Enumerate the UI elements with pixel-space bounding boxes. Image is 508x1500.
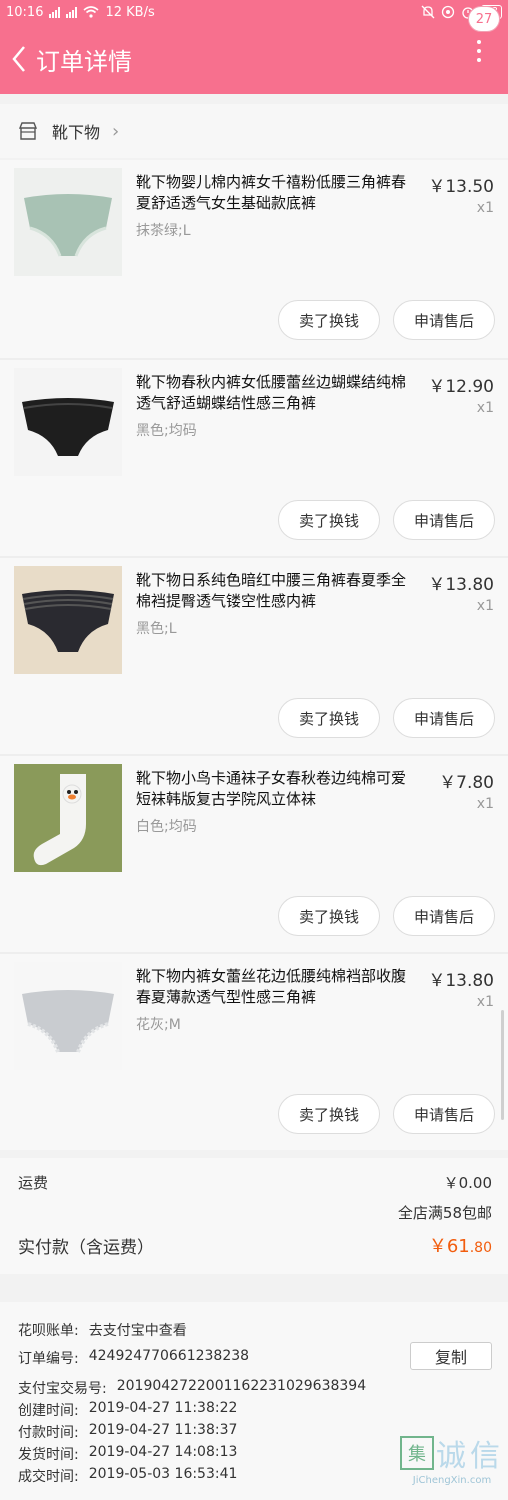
shop-name: 靴下物 (52, 123, 101, 142)
product-price: ￥7.80 (439, 773, 494, 793)
status-time: 10:16 (6, 4, 44, 20)
sell-button[interactable]: 卖了换钱 (278, 896, 380, 936)
created-time-label: 创建时间: (18, 1403, 79, 1419)
signal-icon-2 (66, 6, 78, 18)
shipped-time-value: 2019-04-27 14:08:13 (88, 1444, 238, 1460)
shop-header[interactable]: 靴下物 › (0, 104, 508, 158)
alipay-trade-value: 2019042722001162231029638394 (116, 1378, 367, 1394)
free-shipping-note: 全店满58包邮 (397, 1204, 492, 1222)
watermark-url: JiChengXin.com (412, 1475, 492, 1486)
order-number-value: 424924770661238238 (88, 1348, 250, 1364)
status-bar: 10:16 12 KB/s 53 (0, 0, 508, 24)
back-button[interactable] (2, 24, 36, 94)
shipped-time-label: 发货时间: (18, 1447, 79, 1463)
product-price: ￥13.80 (428, 575, 494, 595)
watermark-box: 集 (400, 1436, 434, 1470)
total-decimal: .80 (469, 1240, 492, 1256)
chevron-right-icon: › (112, 120, 120, 142)
bell-off-icon (421, 5, 435, 19)
shipping-label: 运费 (18, 1174, 49, 1192)
sell-button[interactable]: 卖了换钱 (278, 1094, 380, 1134)
product-price: ￥13.50 (428, 177, 494, 197)
nav-bar: 订单详情 (0, 24, 508, 94)
completed-time-label: 成交时间: (18, 1469, 79, 1485)
product-image[interactable] (14, 566, 122, 674)
product-item[interactable]: 靴下物内裤女蕾丝花边低腰纯棉裆部收腹春夏薄款透气型性感三角裤 花灰;M ￥13.… (0, 952, 508, 1150)
network-speed: 12 KB/s (105, 4, 155, 20)
product-quantity: x1 (476, 598, 494, 614)
wifi-icon (83, 6, 99, 18)
signal-icon (49, 6, 61, 18)
product-list: 靴下物婴儿棉内裤女千禧粉低腰三角裤春夏舒适透气女生基础款底裤 抹茶绿;L ￥13… (0, 160, 508, 1150)
total-integer: 61 (446, 1236, 470, 1257)
product-variant: 抹茶绿;L (136, 223, 191, 239)
completed-time-value: 2019-05-03 16:53:41 (88, 1466, 238, 1482)
product-price: ￥13.80 (428, 971, 494, 991)
product-image[interactable] (14, 764, 122, 872)
copy-button[interactable]: 复制 (410, 1342, 492, 1370)
product-title[interactable]: 靴下物日系纯色暗红中腰三角裤春夏季全棉裆提臀透气镂空性感内裤 (136, 570, 420, 612)
after-sale-button[interactable]: 申请售后 (393, 300, 495, 340)
product-quantity: x1 (476, 796, 494, 812)
after-sale-button[interactable]: 申请售后 (393, 500, 495, 540)
message-count-badge[interactable]: 27 (468, 6, 500, 32)
sell-button[interactable]: 卖了换钱 (278, 698, 380, 738)
product-item[interactable]: 靴下物小鸟卡通袜子女春秋卷边纯棉可爱短袜韩版复古学院风立体袜 白色;均码 ￥7.… (0, 754, 508, 952)
sell-button[interactable]: 卖了换钱 (278, 300, 380, 340)
more-menu-button[interactable] (476, 40, 482, 62)
order-number-label: 订单编号: (18, 1351, 79, 1367)
total-label: 实付款（含运费） (18, 1237, 154, 1258)
product-variant: 黑色;L (136, 621, 177, 637)
sell-button[interactable]: 卖了换钱 (278, 500, 380, 540)
product-image[interactable] (14, 962, 122, 1070)
page-title: 订单详情 (36, 47, 132, 76)
total-value: ￥61.80 (429, 1232, 492, 1258)
product-variant: 白色;均码 (136, 819, 197, 835)
product-quantity: x1 (476, 400, 494, 416)
watermark-text: 诚信 (436, 1439, 504, 1474)
product-variant: 黑色;均码 (136, 423, 197, 439)
store-icon (18, 122, 38, 140)
product-item[interactable]: 靴下物日系纯色暗红中腰三角裤春夏季全棉裆提臀透气镂空性感内裤 黑色;L ￥13.… (0, 556, 508, 754)
product-item[interactable]: 靴下物春秋内裤女低腰蕾丝边蝴蝶结纯棉透气舒适蝴蝶结性感三角裤 黑色;均码 ￥12… (0, 358, 508, 556)
product-item[interactable]: 靴下物婴儿棉内裤女千禧粉低腰三角裤春夏舒适透气女生基础款底裤 抹茶绿;L ￥13… (0, 160, 508, 358)
at-icon (442, 5, 455, 19)
product-quantity: x1 (476, 994, 494, 1010)
paid-time-value: 2019-04-27 11:38:37 (88, 1422, 238, 1438)
huabei-label: 花呗账单: (18, 1323, 79, 1339)
product-title[interactable]: 靴下物春秋内裤女低腰蕾丝边蝴蝶结纯棉透气舒适蝴蝶结性感三角裤 (136, 372, 420, 414)
after-sale-button[interactable]: 申请售后 (393, 698, 495, 738)
created-time-value: 2019-04-27 11:38:22 (88, 1400, 238, 1416)
product-quantity: x1 (476, 200, 494, 216)
scrollbar[interactable] (501, 1010, 504, 1120)
after-sale-button[interactable]: 申请售后 (393, 1094, 495, 1134)
order-summary: 运费 ￥0.00 全店满58包邮 实付款（含运费） ￥61.80 (0, 1158, 508, 1274)
product-price: ￥12.90 (428, 377, 494, 397)
product-title[interactable]: 靴下物婴儿棉内裤女千禧粉低腰三角裤春夏舒适透气女生基础款底裤 (136, 172, 420, 214)
after-sale-button[interactable]: 申请售后 (393, 896, 495, 936)
alipay-trade-label: 支付宝交易号: (18, 1381, 107, 1397)
product-variant: 花灰;M (136, 1017, 181, 1033)
product-image[interactable] (14, 168, 122, 276)
chevron-left-icon (12, 46, 25, 72)
product-title[interactable]: 靴下物内裤女蕾丝花边低腰纯棉裆部收腹春夏薄款透气型性感三角裤 (136, 966, 420, 1008)
product-title[interactable]: 靴下物小鸟卡通袜子女春秋卷边纯棉可爱短袜韩版复古学院风立体袜 (136, 768, 420, 810)
shipping-value: ￥0.00 (443, 1174, 492, 1192)
huabei-link[interactable]: 去支付宝中查看 (89, 1320, 187, 1340)
total-currency: ￥ (428, 1236, 447, 1257)
paid-time-label: 付款时间: (18, 1425, 79, 1441)
watermark-logo: 集 诚信 JiChengXin.com (400, 1431, 504, 1486)
product-image[interactable] (14, 368, 122, 476)
